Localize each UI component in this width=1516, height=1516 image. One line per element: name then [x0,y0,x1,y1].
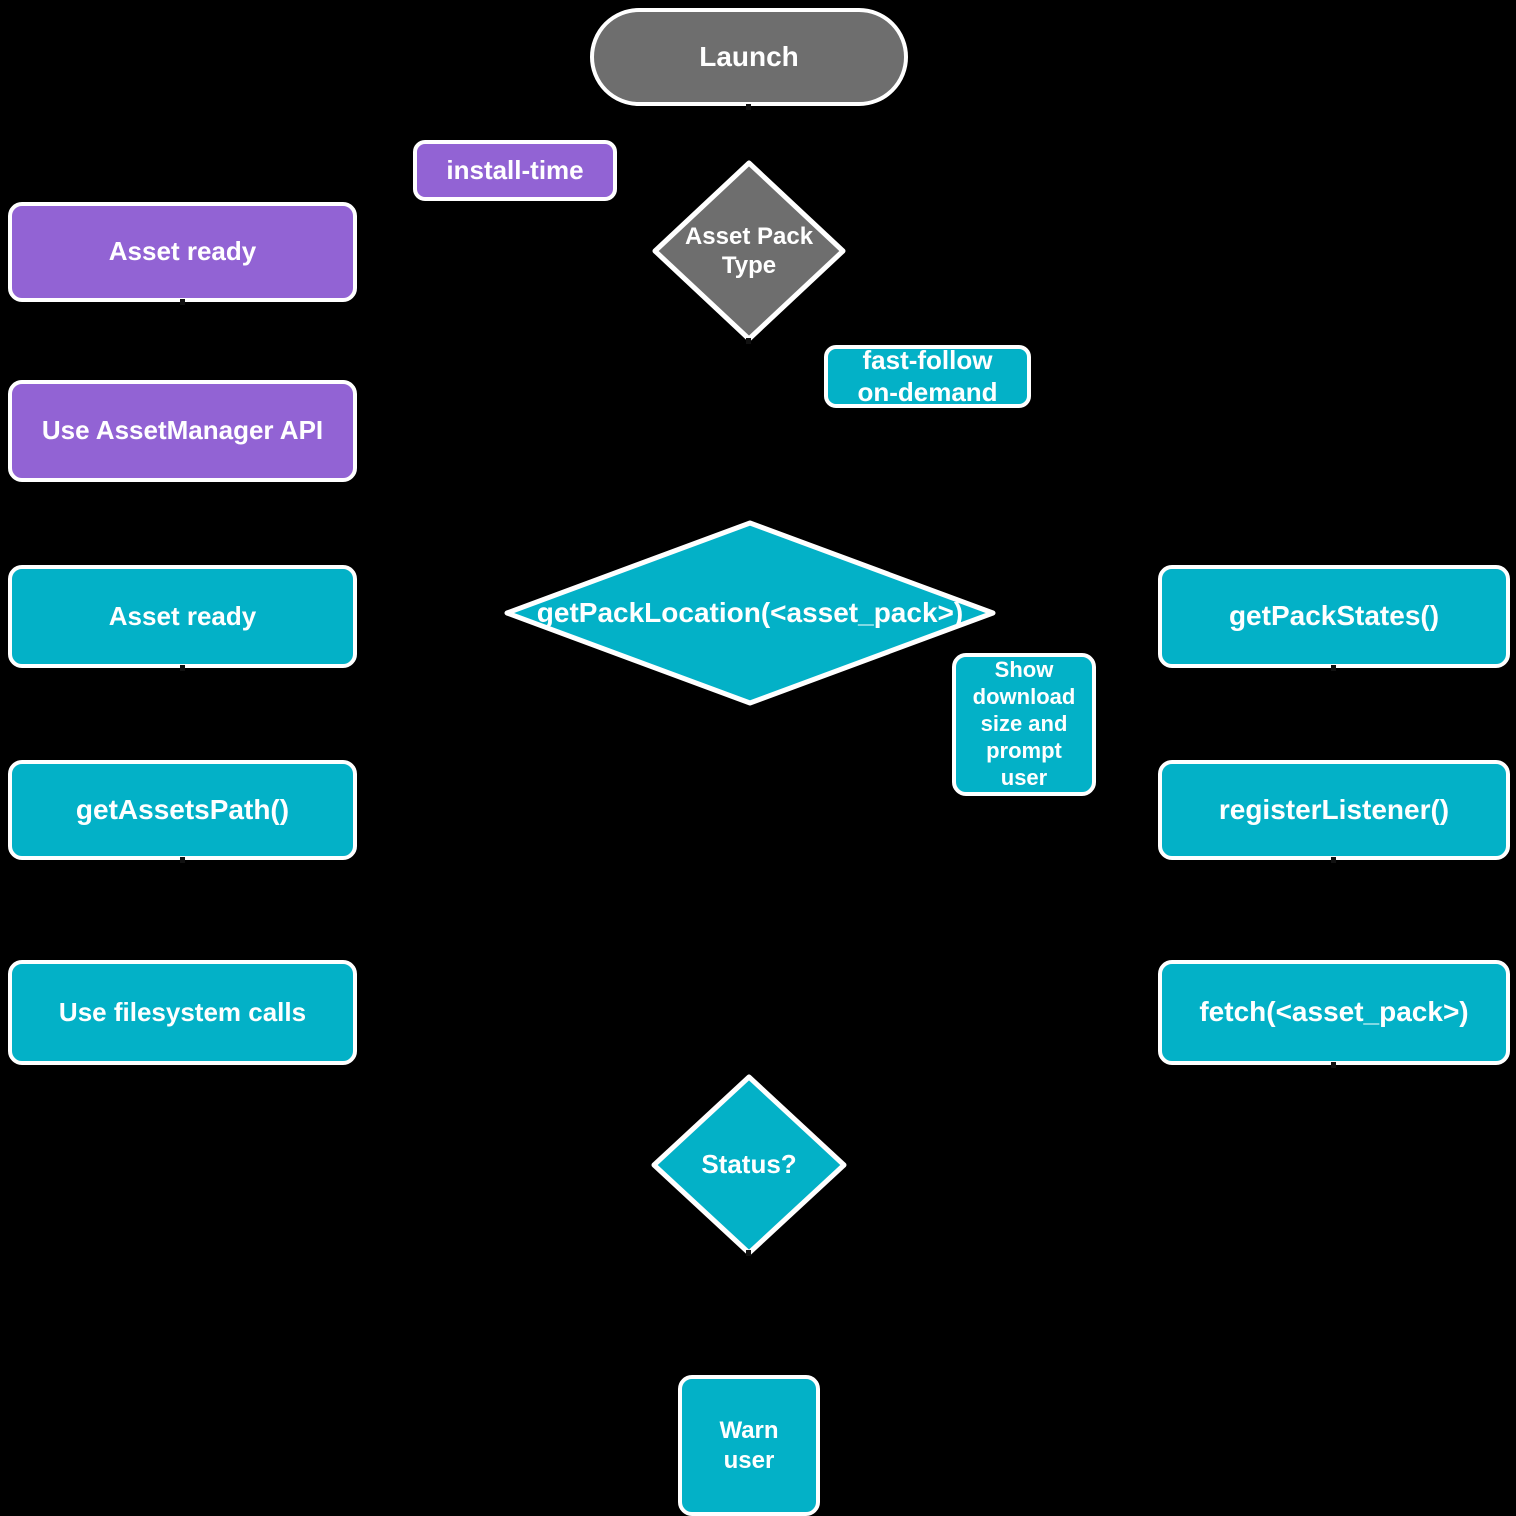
connector-get-pack-states-down [1331,665,1336,671]
node-register-listener[interactable]: registerListener() [1158,760,1510,860]
node-asset-ready-purple[interactable]: Asset ready [8,202,357,302]
node-use-filesystem-calls[interactable]: Use filesystem calls [8,960,357,1065]
node-show-download-prompt-label: Show download size and prompt user [972,657,1076,790]
node-install-time-text: install-time [446,154,584,185]
connector-get-assets-path-down [180,857,185,863]
node-warn-user-label: Warn user [719,1417,779,1474]
node-get-pack-states[interactable]: getPackStates() [1158,565,1510,668]
connector-fetch-asset-pack-down [1331,1062,1336,1068]
node-use-filesystem-calls-label: Use filesystem calls [58,996,307,1027]
node-asset-pack-type[interactable]: Asset Pack Type [650,158,848,344]
node-get-pack-location-label: getPackLocation(<asset_pack>) [536,596,964,628]
flowchart-canvas: Launch install-time Asset Pack Type Asse… [0,0,1516,1516]
connector-asset-ready-cyan-down [180,665,185,671]
connector-asset-pack-type-down [746,338,751,344]
node-use-assetmanager-api[interactable]: Use AssetManager API [8,380,357,482]
node-status-decision[interactable]: Status? [650,1073,848,1257]
node-get-pack-location[interactable]: getPackLocation(<asset_pack>) [503,519,997,707]
node-install-time-label[interactable]: install-time [413,140,617,201]
node-launch[interactable]: Launch [590,8,908,106]
node-fast-follow-text: fast-follow on-demand [857,344,998,407]
node-launch-label: Launch [699,40,799,72]
node-asset-ready-cyan-label: Asset ready [108,600,257,631]
node-fetch-asset-pack-label: fetch(<asset_pack>) [1199,996,1469,1028]
connector-asset-ready-purple-down [180,299,185,305]
node-get-pack-states-label: getPackStates() [1228,600,1440,632]
node-register-listener-label: registerListener() [1218,793,1450,825]
node-asset-pack-type-label: Asset Pack Type [684,222,814,279]
node-warn-user[interactable]: Warn user [678,1375,820,1516]
connector-launch-down [746,104,751,110]
node-fetch-asset-pack[interactable]: fetch(<asset_pack>) [1158,960,1510,1065]
node-fast-follow-label[interactable]: fast-follow on-demand [824,345,1031,408]
node-show-download-prompt[interactable]: Show download size and prompt user [952,653,1096,796]
node-asset-ready-purple-label: Asset ready [108,236,257,267]
connector-register-listener-down [1331,857,1336,863]
node-status-decision-label: Status? [701,1149,797,1180]
node-get-assets-path-label: getAssetsPath() [75,793,290,825]
node-asset-ready-cyan[interactable]: Asset ready [8,565,357,668]
connector-status-down [746,1250,751,1256]
node-use-assetmanager-api-label: Use AssetManager API [41,415,324,446]
node-get-assets-path[interactable]: getAssetsPath() [8,760,357,860]
